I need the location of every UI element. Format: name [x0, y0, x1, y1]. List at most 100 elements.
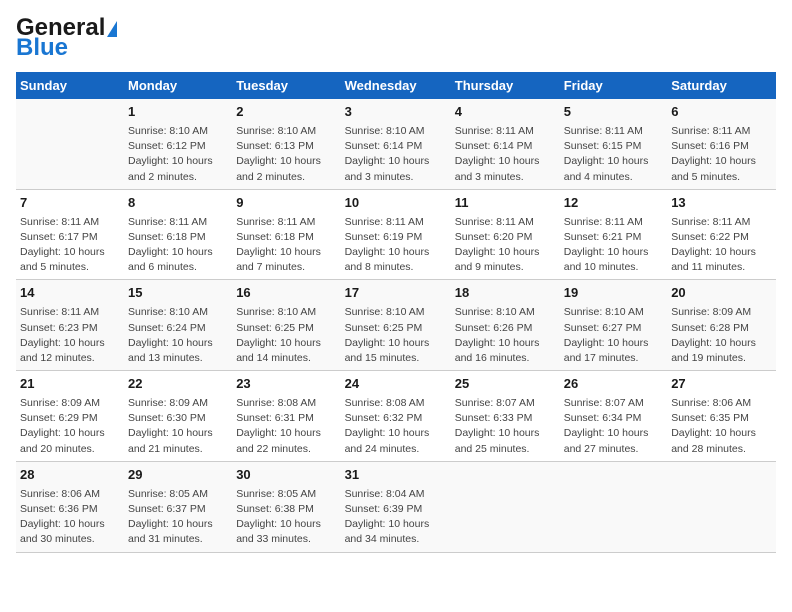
day-cell: 29 Sunrise: 8:05 AMSunset: 6:37 PMDayligh… [124, 461, 232, 552]
day-number: 6 [671, 103, 772, 122]
day-cell: 14 Sunrise: 8:11 AMSunset: 6:23 PMDayligh… [16, 280, 124, 371]
calendar-header-row: SundayMondayTuesdayWednesdayThursdayFrid… [16, 72, 776, 99]
logo: General Blue [16, 16, 117, 60]
calendar-table: SundayMondayTuesdayWednesdayThursdayFrid… [16, 72, 776, 553]
day-cell: 15 Sunrise: 8:10 AMSunset: 6:24 PMDayligh… [124, 280, 232, 371]
week-row-4: 28 Sunrise: 8:06 AMSunset: 6:36 PMDayligh… [16, 461, 776, 552]
day-info: Sunrise: 8:11 AMSunset: 6:15 PMDaylight:… [564, 124, 663, 185]
day-info: Sunrise: 8:06 AMSunset: 6:36 PMDaylight:… [20, 487, 120, 548]
day-number: 23 [236, 375, 336, 394]
day-cell: 22 Sunrise: 8:09 AMSunset: 6:30 PMDayligh… [124, 371, 232, 462]
day-cell: 27 Sunrise: 8:06 AMSunset: 6:35 PMDayligh… [667, 371, 776, 462]
day-number: 9 [236, 194, 336, 213]
day-cell: 16Sunrise: 8:10 AMSunset: 6:25 PMDayligh… [232, 280, 340, 371]
day-cell: 17 Sunrise: 8:10 AMSunset: 6:25 PMDayligh… [341, 280, 451, 371]
day-cell: 19 Sunrise: 8:10 AMSunset: 6:27 PMDayligh… [560, 280, 667, 371]
day-number: 26 [564, 375, 663, 394]
day-cell: 13 Sunrise: 8:11 AMSunset: 6:22 PMDayligh… [667, 189, 776, 280]
header-friday: Friday [560, 72, 667, 99]
day-info: Sunrise: 8:11 AMSunset: 6:16 PMDaylight:… [671, 124, 772, 185]
header-sunday: Sunday [16, 72, 124, 99]
day-number: 24 [345, 375, 447, 394]
day-cell: 3 Sunrise: 8:10 AMSunset: 6:14 PMDaylight… [341, 99, 451, 189]
week-row-0: 1 Sunrise: 8:10 AMSunset: 6:12 PMDaylight… [16, 99, 776, 189]
day-number: 19 [564, 284, 663, 303]
day-info: Sunrise: 8:11 AMSunset: 6:20 PMDaylight:… [455, 215, 556, 276]
day-cell: 28 Sunrise: 8:06 AMSunset: 6:36 PMDayligh… [16, 461, 124, 552]
day-cell: 12 Sunrise: 8:11 AMSunset: 6:21 PMDayligh… [560, 189, 667, 280]
day-number: 21 [20, 375, 120, 394]
day-info: Sunrise: 8:05 AMSunset: 6:37 PMDaylight:… [128, 487, 228, 548]
day-cell: 9 Sunrise: 8:11 AMSunset: 6:18 PMDaylight… [232, 189, 340, 280]
day-number: 13 [671, 194, 772, 213]
day-number: 3 [345, 103, 447, 122]
day-number: 10 [345, 194, 447, 213]
day-cell [667, 461, 776, 552]
day-info: Sunrise: 8:10 AMSunset: 6:27 PMDaylight:… [564, 305, 663, 366]
day-info: Sunrise: 8:10 AMSunset: 6:25 PMDaylight:… [345, 305, 447, 366]
day-number: 2 [236, 103, 336, 122]
day-cell: 4 Sunrise: 8:11 AMSunset: 6:14 PMDaylight… [451, 99, 560, 189]
day-info: Sunrise: 8:11 AMSunset: 6:14 PMDaylight:… [455, 124, 556, 185]
day-number: 12 [564, 194, 663, 213]
day-cell: 21 Sunrise: 8:09 AMSunset: 6:29 PMDayligh… [16, 371, 124, 462]
day-cell: 25 Sunrise: 8:07 AMSunset: 6:33 PMDayligh… [451, 371, 560, 462]
day-number: 30 [236, 466, 336, 485]
day-cell: 5 Sunrise: 8:11 AMSunset: 6:15 PMDaylight… [560, 99, 667, 189]
day-number: 20 [671, 284, 772, 303]
day-info: Sunrise: 8:06 AMSunset: 6:35 PMDaylight:… [671, 396, 772, 457]
day-cell: 20 Sunrise: 8:09 AMSunset: 6:28 PMDayligh… [667, 280, 776, 371]
header-monday: Monday [124, 72, 232, 99]
day-info: Sunrise: 8:04 AMSunset: 6:39 PMDaylight:… [345, 487, 447, 548]
day-info: Sunrise: 8:10 AMSunset: 6:12 PMDaylight:… [128, 124, 228, 185]
day-info: Sunrise: 8:11 AMSunset: 6:18 PMDaylight:… [236, 215, 336, 276]
logo-blue: Blue [16, 36, 117, 60]
day-cell: 30Sunrise: 8:05 AMSunset: 6:38 PMDayligh… [232, 461, 340, 552]
page-header: General Blue [16, 16, 776, 60]
day-number: 25 [455, 375, 556, 394]
day-number: 17 [345, 284, 447, 303]
day-info: Sunrise: 8:11 AMSunset: 6:19 PMDaylight:… [345, 215, 447, 276]
day-number: 22 [128, 375, 228, 394]
day-number: 16 [236, 284, 336, 303]
day-cell: 8 Sunrise: 8:11 AMSunset: 6:18 PMDaylight… [124, 189, 232, 280]
day-info: Sunrise: 8:11 AMSunset: 6:21 PMDaylight:… [564, 215, 663, 276]
day-info: Sunrise: 8:10 AMSunset: 6:14 PMDaylight:… [345, 124, 447, 185]
day-number: 5 [564, 103, 663, 122]
header-thursday: Thursday [451, 72, 560, 99]
day-info: Sunrise: 8:09 AMSunset: 6:30 PMDaylight:… [128, 396, 228, 457]
day-info: Sunrise: 8:10 AMSunset: 6:13 PMDaylight:… [236, 124, 336, 185]
day-cell: 6 Sunrise: 8:11 AMSunset: 6:16 PMDaylight… [667, 99, 776, 189]
day-info: Sunrise: 8:07 AMSunset: 6:34 PMDaylight:… [564, 396, 663, 457]
day-number: 4 [455, 103, 556, 122]
day-info: Sunrise: 8:07 AMSunset: 6:33 PMDaylight:… [455, 396, 556, 457]
day-number: 28 [20, 466, 120, 485]
day-cell: 26 Sunrise: 8:07 AMSunset: 6:34 PMDayligh… [560, 371, 667, 462]
header-wednesday: Wednesday [341, 72, 451, 99]
day-info: Sunrise: 8:09 AMSunset: 6:29 PMDaylight:… [20, 396, 120, 457]
day-number: 27 [671, 375, 772, 394]
week-row-3: 21 Sunrise: 8:09 AMSunset: 6:29 PMDayligh… [16, 371, 776, 462]
day-cell [451, 461, 560, 552]
logo-arrow-icon [107, 21, 117, 37]
day-cell: 24 Sunrise: 8:08 AMSunset: 6:32 PMDayligh… [341, 371, 451, 462]
day-cell: 11Sunrise: 8:11 AMSunset: 6:20 PMDayligh… [451, 189, 560, 280]
day-info: Sunrise: 8:08 AMSunset: 6:31 PMDaylight:… [236, 396, 336, 457]
day-info: Sunrise: 8:11 AMSunset: 6:18 PMDaylight:… [128, 215, 228, 276]
week-row-2: 14 Sunrise: 8:11 AMSunset: 6:23 PMDayligh… [16, 280, 776, 371]
header-saturday: Saturday [667, 72, 776, 99]
day-cell: 23 Sunrise: 8:08 AMSunset: 6:31 PMDayligh… [232, 371, 340, 462]
day-info: Sunrise: 8:08 AMSunset: 6:32 PMDaylight:… [345, 396, 447, 457]
day-cell: 1 Sunrise: 8:10 AMSunset: 6:12 PMDaylight… [124, 99, 232, 189]
day-number: 8 [128, 194, 228, 213]
day-number: 15 [128, 284, 228, 303]
day-cell: 7Sunrise: 8:11 AMSunset: 6:17 PMDaylight… [16, 189, 124, 280]
day-number: 1 [128, 103, 228, 122]
day-number: 14 [20, 284, 120, 303]
day-info: Sunrise: 8:11 AMSunset: 6:23 PMDaylight:… [20, 305, 120, 366]
day-number: 29 [128, 466, 228, 485]
day-info: Sunrise: 8:11 AMSunset: 6:22 PMDaylight:… [671, 215, 772, 276]
day-info: Sunrise: 8:10 AMSunset: 6:24 PMDaylight:… [128, 305, 228, 366]
day-cell [560, 461, 667, 552]
day-info: Sunrise: 8:09 AMSunset: 6:28 PMDaylight:… [671, 305, 772, 366]
